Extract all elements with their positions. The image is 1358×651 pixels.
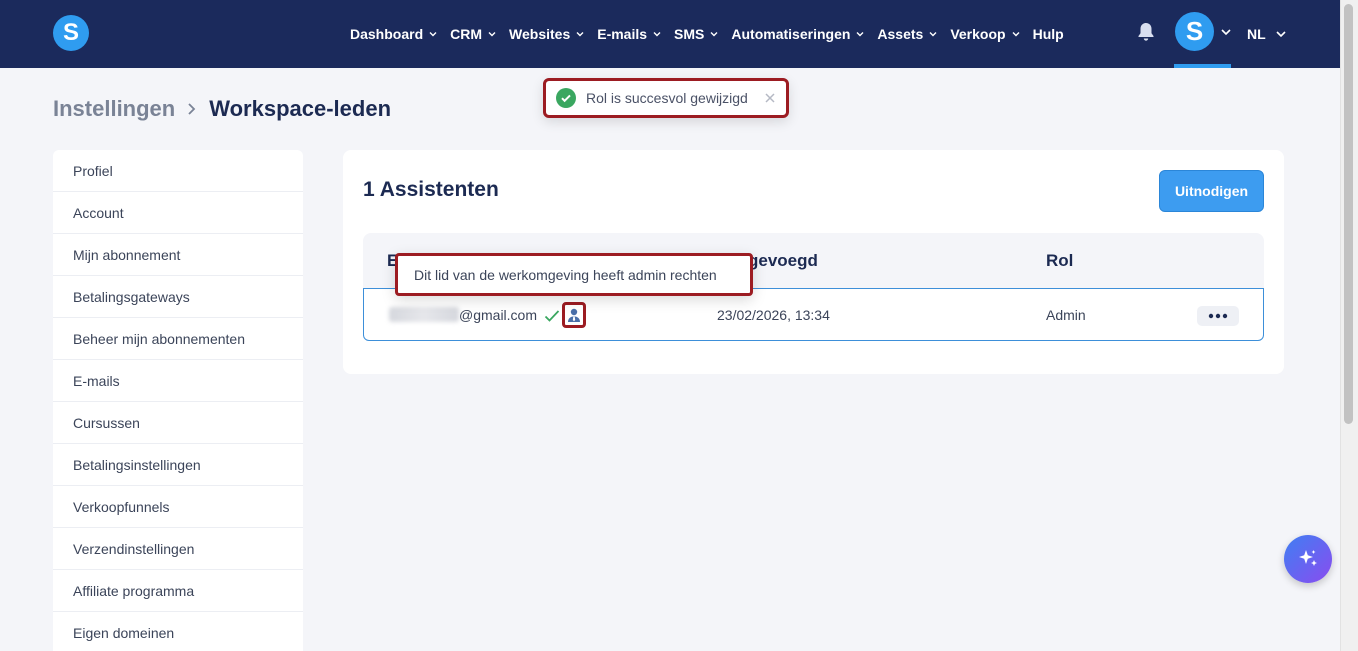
toast-message: Rol is succesvol gewijzigd <box>586 90 748 106</box>
chevron-down-icon <box>929 32 937 37</box>
column-role: Rol <box>1046 251 1074 270</box>
nav-item-label: CRM <box>450 26 483 42</box>
redacted-email-user <box>389 307 459 322</box>
ai-assistant-button[interactable] <box>1284 535 1332 583</box>
chevron-down-icon <box>710 32 718 37</box>
sidebar-item-affiliate-programma[interactable]: Affiliate programma <box>53 570 303 612</box>
admin-user-icon[interactable] <box>562 302 586 328</box>
sidebar-item-verkoopfunnels[interactable]: Verkoopfunnels <box>53 486 303 528</box>
bell-icon[interactable] <box>1137 22 1155 42</box>
verified-check-icon <box>544 310 560 322</box>
top-navbar: S Dashboard CRM Websites E-mails SMS Automati… <box>0 0 1340 68</box>
page-title: Workspace-leden <box>209 96 392 121</box>
app-logo[interactable]: S <box>53 15 89 51</box>
nav-item-label: Verkoop <box>950 26 1006 42</box>
breadcrumb-parent[interactable]: Instellingen <box>53 96 175 122</box>
admin-tooltip: Dit lid van de werkomgeving heeft admin … <box>395 253 753 296</box>
chevron-down-icon <box>429 32 437 37</box>
member-added-date: 23/02/2026, 13:34 <box>717 307 830 323</box>
ellipsis-icon <box>1208 313 1228 319</box>
nav-item-label: Automatiseringen <box>731 26 851 42</box>
nav-item-automatiseringen[interactable]: Automatiseringen <box>731 26 864 42</box>
language-label: NL <box>1247 26 1266 42</box>
success-toast: Rol is succesvol gewijzigd <box>543 78 789 118</box>
language-selector[interactable]: NL <box>1247 0 1286 68</box>
nav-item-crm[interactable]: CRM <box>450 26 496 42</box>
chevron-down-icon <box>1276 31 1286 38</box>
avatar[interactable]: S <box>1175 12 1214 51</box>
members-title: 1 Assistenten <box>363 178 499 201</box>
sidebar-item-verzendinstellingen[interactable]: Verzendinstellingen <box>53 528 303 570</box>
sidebar-item-beheer-mijn-abonnementen[interactable]: Beheer mijn abonnementen <box>53 318 303 360</box>
nav-item-verkoop[interactable]: Verkoop <box>950 26 1020 42</box>
sidebar-item-profiel[interactable]: Profiel <box>53 150 303 192</box>
breadcrumb: Instellingen Workspace-leden <box>53 96 391 122</box>
nav-item-label: SMS <box>674 26 705 42</box>
sidebar-item-e-mails[interactable]: E-mails <box>53 360 303 402</box>
nav-item-label: Websites <box>509 26 571 42</box>
member-role: Admin <box>1046 307 1086 323</box>
nav-item-dashboard[interactable]: Dashboard <box>350 26 437 42</box>
sidebar-item-eigen-domeinen[interactable]: Eigen domeinen <box>53 612 303 651</box>
sidebar-item-mijn-abonnement[interactable]: Mijn abonnement <box>53 234 303 276</box>
nav-item-assets[interactable]: Assets <box>877 26 937 42</box>
column-added: gevoegd <box>748 251 818 270</box>
chevron-down-icon <box>653 32 661 37</box>
sparkle-icon <box>1299 550 1317 566</box>
sidebar-item-account[interactable]: Account <box>53 192 303 234</box>
invite-button[interactable]: Uitnodigen <box>1159 170 1264 212</box>
nav-item-e-mails[interactable]: E-mails <box>597 26 661 42</box>
chevron-down-icon <box>576 32 584 37</box>
settings-sidebar: Profiel Account Mijn abonnement Betalingsga… <box>53 150 303 651</box>
main-nav: Dashboard CRM Websites E-mails SMS Automatise… <box>350 0 1077 68</box>
nav-item-label: Assets <box>877 26 924 42</box>
nav-item-sms[interactable]: SMS <box>674 26 718 42</box>
chevron-right-icon <box>188 103 196 115</box>
nav-item-label: Dashboard <box>350 26 424 42</box>
nav-item-label: Hulp <box>1032 26 1064 42</box>
chevron-down-icon <box>1012 32 1020 37</box>
chevron-down-icon <box>488 32 496 37</box>
avatar-active-indicator <box>1174 64 1231 68</box>
sidebar-item-cursussen[interactable]: Cursussen <box>53 402 303 444</box>
member-email: @gmail.com <box>459 307 538 323</box>
chevron-down-icon[interactable] <box>1221 27 1231 37</box>
close-icon[interactable] <box>764 92 776 104</box>
nav-item-websites[interactable]: Websites <box>509 26 584 42</box>
nav-item-hulp[interactable]: Hulp <box>1033 26 1064 42</box>
sidebar-item-betalingsgateways[interactable]: Betalingsgateways <box>53 276 303 318</box>
chevron-down-icon <box>856 32 864 37</box>
check-circle-icon <box>556 88 576 108</box>
more-options-button[interactable] <box>1197 306 1239 326</box>
nav-item-label: E-mails <box>597 26 648 42</box>
sidebar-item-betalingsinstellingen[interactable]: Betalingsinstellingen <box>53 444 303 486</box>
scrollbar-thumb[interactable] <box>1344 4 1353 424</box>
